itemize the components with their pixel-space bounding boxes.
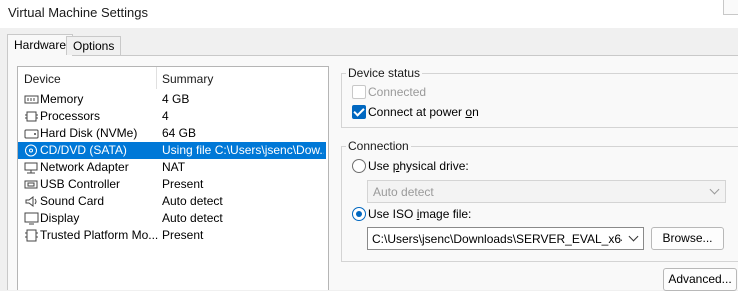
tab-options[interactable]: Options	[66, 36, 122, 55]
network-adapter-icon	[24, 162, 38, 174]
device-summary: Using file C:\Users\jsenc\Dow...	[162, 143, 324, 157]
device-name: Network Adapter	[40, 160, 129, 174]
device-summary: 64 GB	[162, 126, 197, 140]
device-summary: NAT	[162, 160, 186, 174]
device-name: Sound Card	[40, 194, 105, 208]
use-iso-image-label[interactable]: Use ISO image file:	[368, 207, 471, 221]
chevron-down-icon	[709, 184, 720, 195]
tab-hardware[interactable]: Hardware	[7, 34, 74, 56]
device-row-memory[interactable]: Memory 4 GB	[18, 91, 326, 108]
device-summary: Auto detect	[162, 194, 223, 208]
window-control-button[interactable]	[723, 0, 738, 15]
device-row-usb-controller[interactable]: USB Controller Present	[18, 176, 326, 193]
device-name: Processors	[40, 109, 101, 123]
device-name: Memory	[40, 92, 84, 106]
usb-icon	[24, 180, 38, 189]
use-iso-image-radio[interactable]	[352, 207, 366, 221]
physical-drive-value: Auto detect	[373, 185, 434, 199]
device-row-hard-disk[interactable]: Hard Disk (NVMe) 64 GB	[18, 125, 326, 142]
connected-checkbox[interactable]	[352, 85, 366, 99]
browse-button[interactable]: Browse...	[651, 227, 724, 250]
connect-power-on-checkbox[interactable]	[352, 105, 366, 119]
memory-icon	[24, 95, 39, 104]
device-summary: Auto detect	[162, 211, 223, 225]
device-status-group	[341, 73, 738, 128]
device-summary: 4	[162, 109, 169, 123]
display-icon	[24, 212, 39, 225]
device-row-network-adapter[interactable]: Network Adapter NAT	[18, 159, 326, 176]
tpm-icon	[25, 229, 38, 242]
use-physical-drive-radio[interactable]	[352, 159, 366, 173]
device-name: Hard Disk (NVMe)	[40, 126, 138, 140]
hard-disk-icon	[24, 129, 39, 139]
device-name: Trusted Platform Mo...	[40, 228, 159, 242]
device-row-sound-card[interactable]: Sound Card Auto detect	[18, 193, 326, 210]
advanced-button[interactable]: Advanced...	[663, 268, 737, 291]
device-summary: Present	[162, 228, 204, 242]
device-row-tpm[interactable]: Trusted Platform Mo... Present	[18, 227, 326, 244]
device-name: USB Controller	[40, 177, 121, 191]
device-name: CD/DVD (SATA)	[40, 143, 127, 157]
connect-power-on-label[interactable]: Connect at power on	[368, 105, 479, 119]
connected-label: Connected	[368, 85, 427, 99]
device-row-processors[interactable]: Processors 4	[18, 108, 326, 125]
column-header-summary[interactable]: Summary	[162, 72, 213, 86]
chevron-down-icon	[628, 231, 639, 242]
device-row-cd-dvd[interactable]: CD/DVD (SATA) Using file C:\Users\jsenc\…	[18, 142, 326, 159]
device-name: Display	[40, 211, 80, 225]
column-header-device[interactable]: Device	[24, 72, 61, 86]
sound-card-icon	[25, 196, 37, 207]
column-divider[interactable]	[156, 67, 157, 89]
device-summary: Present	[162, 177, 204, 191]
iso-path-value: C:\Users\jsenc\Downloads\SERVER_EVAL_x64…	[372, 232, 622, 246]
use-physical-drive-label[interactable]: Use physical drive:	[368, 159, 469, 173]
connection-label: Connection	[346, 139, 411, 153]
device-status-label: Device status	[346, 66, 423, 80]
processor-icon	[25, 111, 38, 122]
iso-path-select[interactable]: C:\Users\jsenc\Downloads\SERVER_EVAL_x64…	[367, 227, 644, 250]
cd-dvd-icon	[25, 144, 37, 157]
device-summary: 4 GB	[162, 92, 190, 106]
device-row-display[interactable]: Display Auto detect	[18, 210, 326, 227]
physical-drive-select[interactable]: Auto detect	[367, 180, 726, 203]
window-title: Virtual Machine Settings	[8, 5, 148, 20]
